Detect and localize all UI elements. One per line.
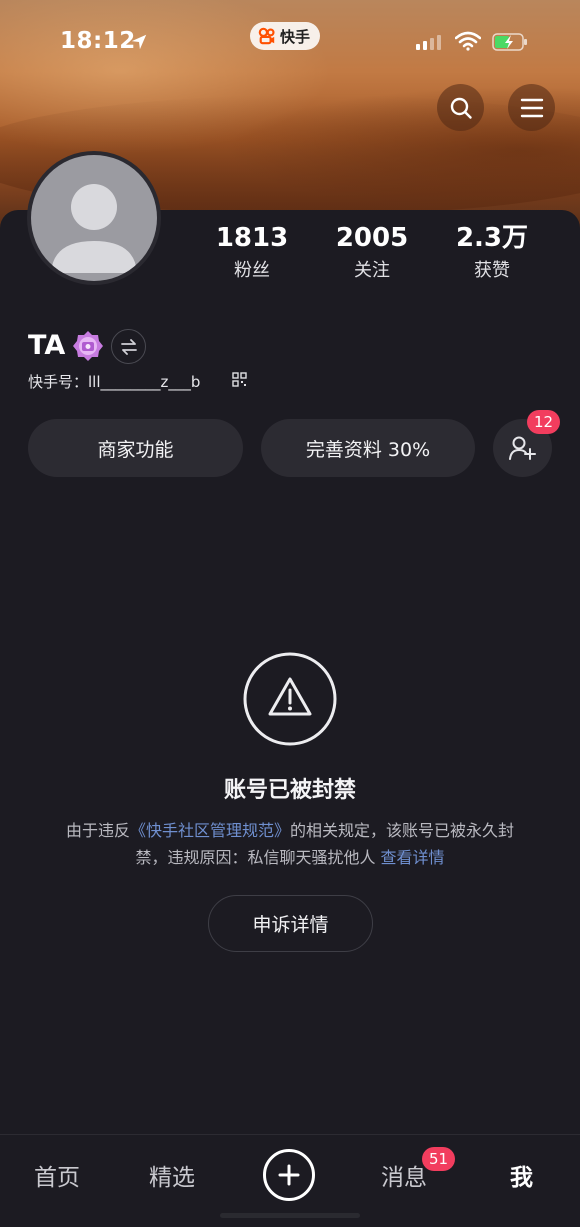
tab-me[interactable]: 我 — [510, 1158, 533, 1192]
plus-icon — [278, 1164, 300, 1186]
complete-profile-label: 完善资料 30% — [305, 438, 431, 461]
merchant-features-button[interactable]: 商家功能 — [28, 419, 243, 477]
stat-likes-label: 获赞 — [474, 260, 510, 281]
stat-likes-value: 2.3万 — [455, 223, 529, 253]
stat-following-value: 2005 — [335, 223, 409, 253]
location-arrow-icon — [131, 34, 147, 50]
status-bar: 18:12 快手 — [0, 0, 580, 86]
switch-account-icon — [120, 338, 137, 355]
status-time: 18:12 — [60, 28, 136, 54]
level-badge-icon[interactable] — [72, 330, 104, 362]
signal-icon — [416, 34, 441, 50]
messages-badge: 51 — [422, 1147, 456, 1171]
app-badge[interactable]: 快手 — [250, 22, 321, 50]
menu-button[interactable] — [508, 84, 555, 131]
wifi-icon — [455, 31, 481, 51]
battery-charging-icon — [492, 33, 527, 51]
ban-desc-prefix: 由于违反 — [65, 821, 130, 840]
create-post-button[interactable] — [263, 1149, 315, 1201]
appeal-details-label: 申诉详情 — [252, 914, 329, 936]
kuaishou-logo-icon — [258, 27, 275, 45]
stat-following[interactable]: 2005 关注 — [312, 222, 432, 282]
search-icon — [450, 97, 472, 119]
ban-description: 由于违反《快手社区管理规范》的相关规定，该账号已被永久封禁，违规原因：私信聊天骚… — [60, 817, 520, 871]
switch-account-button[interactable] — [111, 329, 146, 364]
ban-title: 账号已被封禁 — [223, 778, 356, 803]
stat-likes[interactable]: 2.3万 获赞 — [432, 222, 552, 282]
profile-name: TA — [28, 330, 66, 361]
avatar[interactable] — [27, 151, 161, 285]
app-badge-label: 快手 — [280, 27, 311, 46]
view-details-link[interactable]: 查看详情 — [381, 848, 445, 867]
merchant-features-label: 商家功能 — [97, 438, 174, 461]
community-rules-link[interactable]: 《快手社区管理规范》 — [130, 821, 290, 840]
tab-home[interactable]: 首页 — [34, 1158, 80, 1192]
menu-icon — [520, 98, 543, 117]
complete-profile-button[interactable]: 完善资料 30% — [261, 419, 475, 477]
search-button[interactable] — [437, 84, 484, 131]
profile-page: 18:12 快手 1813 粉丝 2005 关注 2.3万 获赞 TA 快手号：… — [0, 0, 580, 1227]
kuaishou-id[interactable]: 快手号：lll________z___b — [28, 371, 200, 392]
stat-followers[interactable]: 1813 粉丝 — [192, 222, 312, 282]
warning-icon — [243, 652, 337, 746]
tab-featured[interactable]: 精选 — [149, 1158, 195, 1192]
home-indicator — [220, 1213, 360, 1218]
qr-code-icon[interactable] — [232, 372, 247, 387]
add-friend-badge: 12 — [527, 410, 561, 434]
stat-following-label: 关注 — [354, 260, 390, 281]
tab-messages[interactable]: 消息 — [381, 1158, 427, 1192]
stat-followers-value: 1813 — [215, 223, 289, 253]
appeal-details-button[interactable]: 申诉详情 — [208, 895, 373, 952]
stat-followers-label: 粉丝 — [234, 260, 270, 281]
avatar-placeholder-icon — [51, 184, 137, 273]
add-friend-icon — [508, 436, 536, 460]
